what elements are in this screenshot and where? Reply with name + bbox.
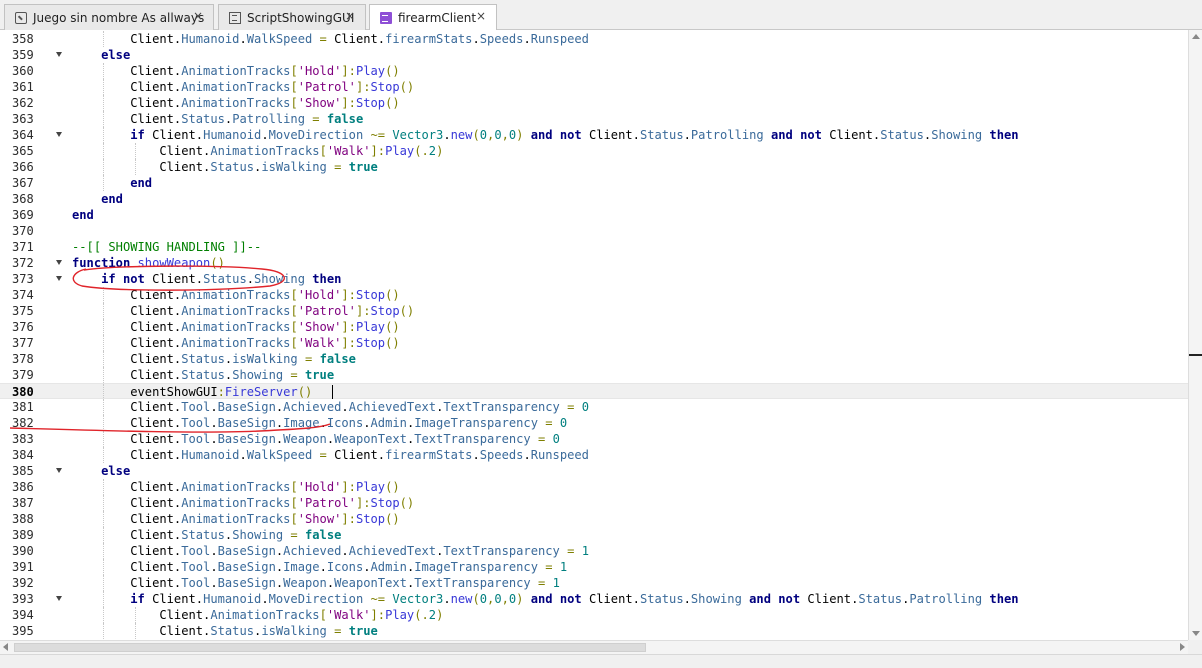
code-token: Humanoid bbox=[181, 32, 240, 46]
tab-firearm-client[interactable]: firearmClient × bbox=[369, 4, 497, 31]
place-icon bbox=[15, 11, 27, 24]
tab-label: ScriptShowingGUI bbox=[247, 10, 355, 25]
close-icon[interactable]: × bbox=[193, 9, 203, 23]
local-script-icon bbox=[380, 12, 392, 24]
code-token: . bbox=[523, 32, 531, 46]
tab-label: firearmClient bbox=[398, 11, 477, 25]
scroll-right-icon[interactable] bbox=[1180, 643, 1185, 651]
code-token: Client. bbox=[72, 32, 182, 46]
vertical-scrollbar[interactable] bbox=[1188, 30, 1202, 640]
horizontal-scrollbar[interactable] bbox=[0, 640, 1188, 654]
code-token: . bbox=[472, 32, 480, 46]
scroll-position-marker bbox=[1189, 354, 1202, 356]
code-token: . bbox=[239, 32, 247, 46]
code-token: Runspeed bbox=[530, 32, 589, 46]
horizontal-scroll-thumb[interactable] bbox=[14, 643, 646, 652]
annotation-circle-comment bbox=[72, 265, 285, 291]
code-token: Client. bbox=[334, 32, 386, 46]
close-icon[interactable]: × bbox=[345, 9, 355, 23]
red-pen-annotations bbox=[9, 265, 331, 433]
code-token: firearmStats bbox=[385, 32, 473, 46]
scroll-left-icon[interactable] bbox=[3, 643, 8, 651]
tab-label: Juego sin nombre As allways bbox=[33, 10, 205, 25]
status-bar bbox=[0, 654, 1202, 668]
scroll-down-icon[interactable] bbox=[1192, 631, 1200, 636]
scrollbar-corner bbox=[1188, 640, 1202, 654]
code-token: WalkSpeed bbox=[246, 32, 313, 46]
tab-place[interactable]: Juego sin nombre As allways × bbox=[4, 4, 214, 30]
code-token: Speeds bbox=[479, 32, 524, 46]
tab-bar: Juego sin nombre As allways × ScriptShowin… bbox=[0, 0, 1202, 31]
code-text[interactable]: Client.Humanoid.WalkSpeed = Client.firea… bbox=[72, 31, 589, 47]
code-line[interactable]: 358 Client.Humanoid.WalkSpeed = Client.f… bbox=[0, 31, 1188, 47]
line-number: 358 bbox=[12, 32, 34, 46]
code-token: = bbox=[312, 32, 335, 46]
annotation-underline-fireserver bbox=[9, 423, 331, 433]
scroll-up-icon[interactable] bbox=[1192, 34, 1200, 39]
script-icon bbox=[229, 11, 241, 24]
fold-toggle-icon[interactable] bbox=[56, 52, 62, 57]
tab-script-showing-gui[interactable]: ScriptShowingGUI × bbox=[218, 4, 366, 30]
close-icon[interactable]: × bbox=[476, 9, 486, 23]
code-editor[interactable]: 358 Client.Humanoid.WalkSpeed = Client.f… bbox=[0, 30, 1188, 640]
